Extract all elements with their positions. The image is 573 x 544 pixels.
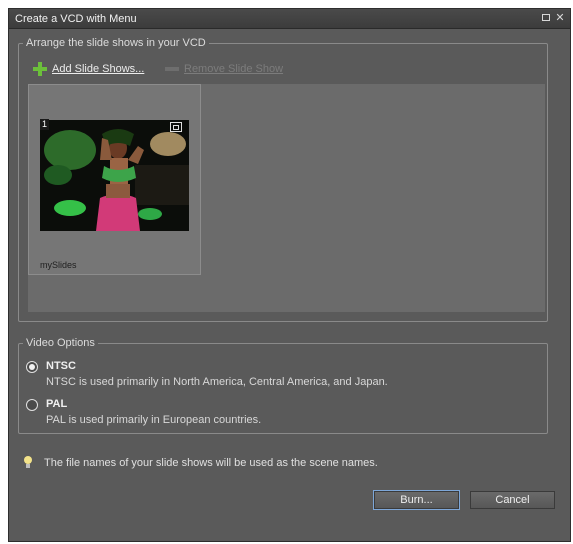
plus-icon (33, 62, 47, 76)
pal-description: PAL is used primarily in European countr… (46, 414, 262, 426)
add-slide-shows-button[interactable]: Add Slide Shows... (33, 61, 144, 77)
ntsc-description: NTSC is used primarily in North America,… (46, 376, 388, 388)
minus-icon (165, 67, 179, 71)
tip: The file names of your slide shows will … (22, 456, 378, 469)
maximize-icon[interactable] (540, 12, 552, 24)
video-options-legend: Video Options (26, 337, 95, 349)
lightbulb-icon (22, 456, 34, 469)
cancel-button[interactable]: Cancel (470, 491, 555, 509)
pal-label: PAL (46, 398, 68, 410)
slide-show-item[interactable]: 1 mySlides (28, 84, 201, 275)
burn-button[interactable]: Burn... (373, 490, 460, 510)
pal-option[interactable]: PAL PAL is used primarily in European co… (26, 398, 261, 426)
window-title: Create a VCD with Menu (15, 13, 137, 25)
pal-radio[interactable] (26, 399, 38, 411)
slide-number: 1 (40, 119, 49, 130)
slideshow-icon (170, 122, 182, 132)
slide-thumbnail (40, 120, 189, 231)
ntsc-radio[interactable] (26, 361, 38, 373)
add-slide-shows-label: Add Slide Shows... (52, 63, 145, 75)
ntsc-option[interactable]: NTSC NTSC is used primarily in North Ame… (26, 360, 388, 388)
remove-slide-show-button[interactable]: Remove Slide Show (165, 61, 283, 77)
ntsc-label: NTSC (46, 360, 76, 372)
tip-text: The file names of your slide shows will … (44, 456, 378, 469)
slide-name: mySlides (40, 260, 77, 270)
close-icon[interactable]: ✕ (554, 12, 566, 24)
remove-slide-show-label: Remove Slide Show (184, 63, 284, 75)
arrange-legend: Arrange the slide shows in your VCD (26, 37, 206, 49)
title-bar: Create a VCD with Menu ✕ (9, 9, 570, 29)
